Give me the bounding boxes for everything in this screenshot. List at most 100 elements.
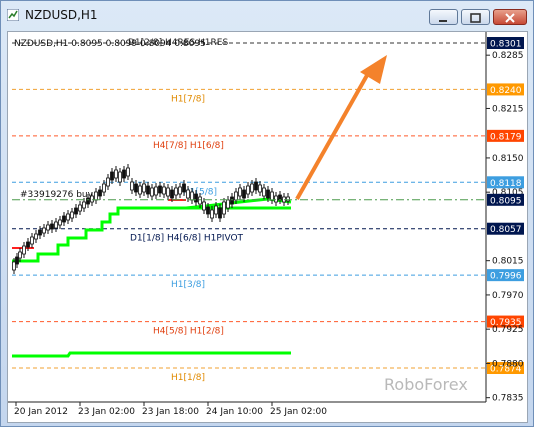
level-price-value: 0.7996 — [490, 272, 522, 282]
candle-body — [130, 181, 134, 191]
y-tick-label: 0.8015 — [492, 257, 524, 267]
candle-body — [202, 201, 206, 211]
candle-body — [34, 233, 38, 240]
candle-body — [66, 213, 70, 221]
candle-body — [114, 169, 118, 179]
level-label: D1[1/8] H4[6/8] H1PIVOT — [130, 234, 244, 244]
candle-body — [238, 187, 242, 197]
candle-body — [170, 189, 174, 199]
candle-body — [150, 187, 154, 197]
candle-body — [254, 181, 258, 191]
candle-body — [166, 187, 170, 197]
candle-body — [26, 241, 30, 248]
candle-body — [210, 209, 214, 219]
candle-body — [262, 187, 266, 197]
candle-body — [274, 195, 278, 203]
chart-area[interactable]: D1[2/8] H4RES H1RES 0.8301 H1[7/8] 0.8240 H4… — [7, 31, 528, 423]
candle-body — [74, 207, 78, 215]
level-lines: D1[2/8] H4RES H1RES 0.8301H1[7/8]0.8240H4… — [12, 37, 524, 383]
y-tick-label: 0.7835 — [492, 394, 524, 404]
x-axis: 20 Jan 2012 23 Jan 02:00 23 Jan 18:00 24 Ja… — [14, 402, 327, 417]
candle-body — [182, 183, 186, 193]
candle-body — [138, 185, 142, 195]
level-price-value: 0.8179 — [490, 132, 522, 142]
candle-body — [234, 191, 238, 201]
lower-support-line — [12, 351, 291, 358]
candle-body — [258, 184, 262, 193]
candle-body — [122, 169, 126, 179]
y-tick-label: 0.7880 — [492, 359, 524, 369]
candle-body — [194, 193, 198, 203]
candle-body — [142, 183, 146, 193]
candle-body — [50, 223, 54, 230]
level-label: H1[7/8] — [171, 94, 205, 104]
candle-body — [42, 227, 46, 234]
candle-body — [70, 211, 74, 219]
candle-body — [286, 196, 290, 202]
y-tick-label: 0.7925 — [492, 325, 524, 335]
candle-body — [174, 187, 178, 196]
watermark: RoboForex — [384, 375, 468, 394]
candle-body — [278, 194, 282, 201]
price-chart[interactable]: D1[2/8] H4RES H1RES 0.8301H1[7/8]0.8240H4… — [8, 32, 527, 422]
level-label: H4[7/8] H1[6/8] — [153, 141, 224, 151]
candle-body — [246, 185, 250, 195]
candle-body — [218, 207, 222, 219]
candle-body — [190, 191, 194, 201]
level-price-value: 0.8240 — [490, 86, 522, 96]
candle-body — [230, 196, 234, 205]
x-tick-label: 23 Jan 18:00 — [142, 407, 199, 417]
candle-body — [222, 201, 226, 215]
candle-body — [18, 251, 22, 259]
y-tick-label: 0.8215 — [492, 104, 524, 114]
close-button[interactable] — [493, 9, 527, 25]
candle-body — [146, 185, 150, 195]
candle-body — [270, 191, 274, 201]
candle-body — [30, 236, 34, 245]
close-icon — [505, 13, 515, 23]
candle-body — [106, 177, 110, 187]
x-tick-label: 24 Jan 10:00 — [206, 407, 263, 417]
forecast-arrow — [295, 55, 387, 200]
minimize-button[interactable] — [429, 9, 458, 25]
order-label: #33919276 buy — [20, 190, 94, 200]
x-tick-label: 25 Jan 02:00 — [270, 407, 327, 417]
candle-body — [15, 256, 19, 265]
candle-body — [134, 183, 138, 193]
level-price-value: 0.8301 — [490, 40, 522, 50]
candle-body — [62, 215, 66, 223]
candle-body — [126, 167, 130, 177]
x-tick-label: 20 Jan 2012 — [14, 407, 68, 417]
y-tick-label: 0.8150 — [492, 154, 524, 164]
candle-body — [12, 261, 16, 271]
candle-body — [46, 224, 50, 231]
candle-body — [158, 185, 162, 194]
candle-body — [206, 206, 210, 215]
candle-body — [38, 229, 42, 236]
y-tick-label: 0.8285 — [492, 51, 524, 61]
candle-body — [250, 183, 254, 193]
candle-body — [58, 219, 62, 226]
level-label: H4[5/8] H1[2/8] — [153, 327, 224, 337]
candle-body — [118, 171, 122, 183]
candle-body — [110, 171, 114, 181]
chart-icon — [7, 9, 19, 21]
candle-body — [162, 186, 166, 195]
candle-body — [178, 186, 182, 195]
level-label: H1[3/8] — [171, 280, 205, 290]
y-tick-label: 0.7970 — [492, 291, 524, 301]
maximize-icon — [470, 13, 481, 23]
candle-body — [78, 204, 82, 212]
candle-body — [98, 189, 102, 197]
maximize-button[interactable] — [461, 9, 490, 25]
current-price-value: 0.8095 — [490, 196, 522, 206]
window-title: NZDUSD,H1 — [25, 8, 98, 22]
candle-body — [154, 186, 158, 196]
title-bar[interactable]: NZDUSD,H1 — [1, 1, 533, 29]
minimize-icon — [439, 20, 447, 22]
candle-body — [102, 183, 106, 193]
candle-body — [94, 191, 98, 201]
support-lines — [12, 197, 292, 358]
x-tick-label: 23 Jan 02:00 — [78, 407, 135, 417]
current-price-tag: 0.8095 — [487, 193, 524, 206]
